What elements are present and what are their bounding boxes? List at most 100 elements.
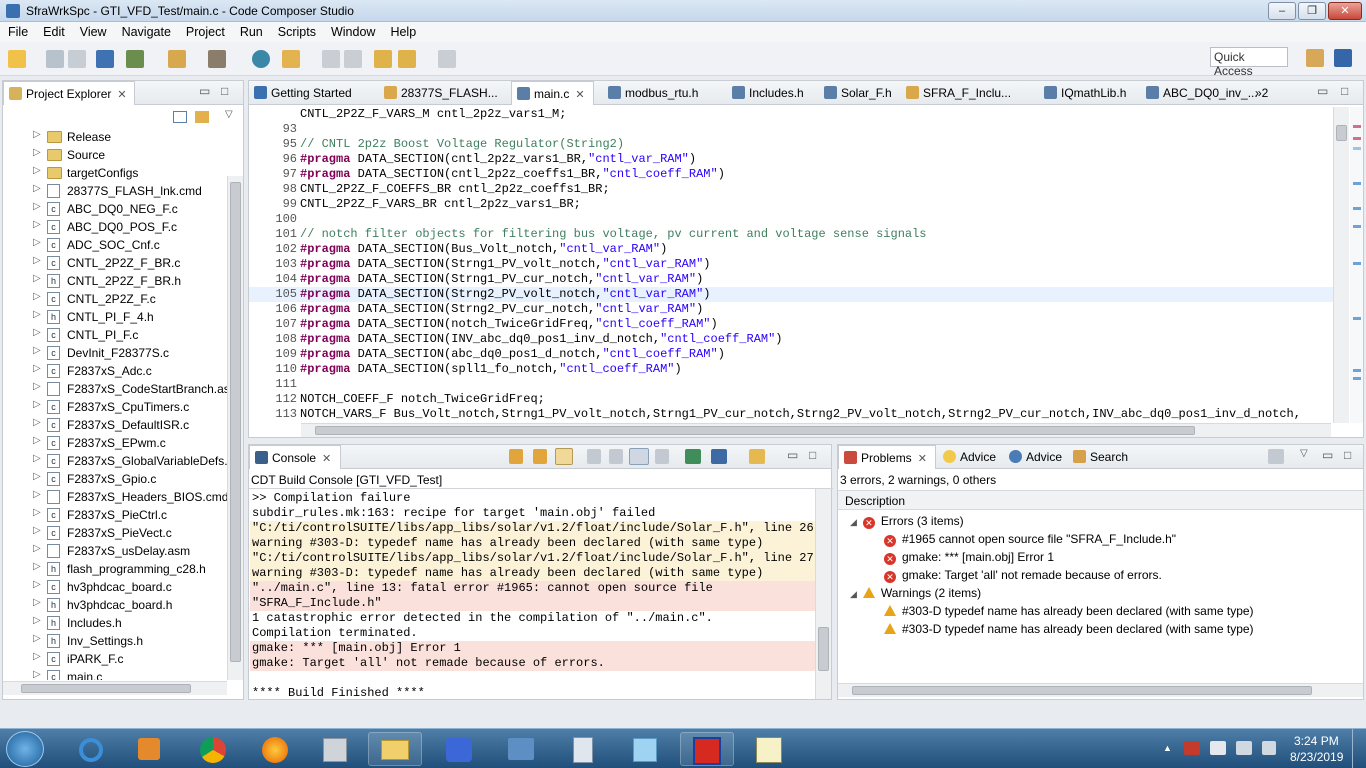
occurrence-marker[interactable] [1353, 369, 1361, 372]
close-icon[interactable]: ✕ [322, 453, 331, 465]
problem-item[interactable]: ✕ gmake: *** [main.obj] Error 1 [884, 550, 1054, 568]
scroll-lock-icon[interactable] [609, 449, 623, 464]
code-line[interactable]: 96 #pragma DATA_SECTION(cntl_2p2z_vars1_B… [249, 152, 1333, 167]
problem-item[interactable]: ✕ #1965 cannot open source file "SFRA_F_I… [884, 532, 1176, 550]
tab-problems[interactable]: Problems ✕ [838, 445, 936, 469]
quick-access-input[interactable]: Quick Access [1210, 47, 1288, 78]
collapse-arrow-icon[interactable]: ◢ [850, 589, 857, 599]
close-icon[interactable]: ✕ [918, 453, 927, 465]
editor-vscroll-thumb[interactable] [1336, 125, 1347, 141]
editor-tab[interactable]: main.c ✕ [511, 81, 594, 105]
menu-project[interactable]: Project [178, 22, 232, 39]
warnings-group[interactable]: ◢ Warnings (2 items) [850, 586, 981, 604]
minimize-icon[interactable]: ▭ [1317, 84, 1328, 98]
expand-arrow-icon[interactable]: ▷ [33, 273, 41, 284]
filter-icon[interactable] [1268, 449, 1284, 464]
expand-arrow-icon[interactable]: ▷ [33, 363, 41, 374]
display-console-icon[interactable] [711, 449, 727, 464]
errors-group[interactable]: ◢ ✕ Errors (3 items) [850, 514, 964, 532]
close-icon[interactable]: ✕ [117, 89, 126, 101]
menu-run[interactable]: Run [232, 22, 270, 39]
clock-date[interactable]: 8/23/2019 [1290, 750, 1343, 764]
tab-overflow-indicator[interactable]: »2 [1255, 86, 1268, 100]
media-player-icon[interactable] [122, 732, 176, 766]
network-icon[interactable] [1236, 741, 1252, 755]
tab-advice-1[interactable]: Advice [938, 445, 1004, 469]
notepad-icon[interactable] [618, 732, 672, 766]
menu-help[interactable]: Help [382, 22, 423, 39]
link-console-icon[interactable] [555, 448, 573, 465]
view-menu-icon[interactable]: ▽ [225, 109, 233, 120]
code-line[interactable]: 102 #pragma DATA_SECTION(Bus_Volt_notch,"… [249, 242, 1333, 257]
code-line[interactable]: 106 #pragma DATA_SECTION(Strng2_PV_cur_no… [249, 302, 1333, 317]
close-button[interactable]: ✕ [1328, 2, 1362, 20]
expand-arrow-icon[interactable]: ▷ [33, 435, 41, 446]
minimize-icon[interactable]: ▭ [1322, 448, 1333, 462]
explorer-hscroll-thumb[interactable] [21, 684, 191, 693]
minimize-button[interactable]: – [1268, 2, 1296, 20]
editor-tab[interactable]: Getting Started [249, 81, 360, 105]
expand-arrow-icon[interactable]: ▷ [33, 669, 41, 680]
expand-arrow-icon[interactable]: ▷ [33, 507, 41, 518]
code-line[interactable]: 108 #pragma DATA_SECTION(INV_abc_dq0_pos1… [249, 332, 1333, 347]
expand-arrow-icon[interactable]: ▷ [33, 237, 41, 248]
flag-icon[interactable] [1184, 741, 1200, 755]
description-column[interactable]: Description [845, 494, 905, 508]
internet-explorer-icon[interactable] [64, 732, 118, 766]
pin-console-icon[interactable] [685, 449, 701, 464]
occurrence-marker[interactable] [1353, 262, 1361, 265]
console-output[interactable]: >> Compilation failure subdir_rules.mk:16… [249, 489, 815, 699]
minimize-icon[interactable]: ▭ [199, 84, 210, 98]
problems-hscrollbar[interactable] [838, 683, 1363, 697]
copy-build-log-icon[interactable] [587, 449, 601, 464]
code-line[interactable]: 103 #pragma DATA_SECTION(Strng1_PV_volt_n… [249, 257, 1333, 272]
editor-tab[interactable]: modbus_rtu.h [603, 81, 706, 105]
open-console-icon[interactable] [749, 449, 765, 464]
occurrence-marker[interactable] [1353, 225, 1361, 228]
error-marker[interactable] [1353, 125, 1361, 128]
occurrence-marker[interactable] [1353, 182, 1361, 185]
menu-file[interactable]: File [0, 22, 35, 39]
editor-tab[interactable]: IQmathLib.h [1039, 81, 1134, 105]
network-app-icon[interactable] [494, 732, 548, 766]
show-desktop-button[interactable] [1352, 729, 1366, 768]
expand-arrow-icon[interactable]: ▷ [33, 309, 41, 320]
clear-console-icon[interactable] [655, 449, 669, 464]
expand-arrow-icon[interactable]: ▷ [33, 345, 41, 356]
mark-icon[interactable] [344, 50, 362, 68]
editor-tab[interactable]: 28377S_FLASH... [379, 81, 506, 105]
editor-tab[interactable]: SFRA_F_Inclu... [901, 81, 1019, 105]
code-line[interactable]: 110 #pragma DATA_SECTION(spll1_fo_notch,"… [249, 362, 1333, 377]
next-error-icon[interactable] [509, 449, 523, 464]
expand-arrow-icon[interactable]: ▷ [33, 651, 41, 662]
problem-item[interactable]: #303-D typedef name has already been dec… [884, 622, 1254, 640]
clock-time[interactable]: 3:24 PM [1294, 734, 1339, 748]
save-all-icon[interactable] [68, 50, 86, 68]
expand-arrow-icon[interactable]: ▷ [33, 147, 41, 158]
ccs-edit-perspective-icon[interactable] [1334, 49, 1352, 67]
maximize-button[interactable]: ❐ [1298, 2, 1326, 20]
menu-edit[interactable]: Edit [35, 22, 72, 39]
close-icon[interactable]: ✕ [575, 89, 584, 101]
occurrence-marker[interactable] [1353, 147, 1361, 150]
code-composer-studio-icon[interactable] [680, 732, 734, 766]
explorer-hscrollbar[interactable] [3, 681, 227, 695]
code-line[interactable]: 93 [249, 122, 1333, 137]
expand-arrow-icon[interactable]: ▷ [33, 183, 41, 194]
minimize-icon[interactable]: ▭ [787, 448, 798, 462]
explorer-vscroll-thumb[interactable] [230, 182, 241, 662]
collapse-all-icon[interactable] [173, 111, 187, 123]
start-button[interactable] [6, 731, 44, 767]
tray-expand-icon[interactable]: ▲ [1163, 743, 1172, 753]
perspective-icon[interactable] [1306, 49, 1324, 67]
wps-icon[interactable] [432, 732, 486, 766]
expand-arrow-icon[interactable]: ▷ [33, 543, 41, 554]
menu-window[interactable]: Window [323, 22, 382, 39]
expand-arrow-icon[interactable]: ▷ [33, 129, 41, 140]
calculator-icon[interactable] [556, 732, 610, 766]
file-explorer-icon[interactable] [368, 732, 422, 766]
code-line[interactable]: 99 CNTL_2P2Z_F_VARS_BR cntl_2p2z_vars1_BR… [249, 197, 1333, 212]
problems-hscroll-thumb[interactable] [852, 686, 1312, 695]
expand-arrow-icon[interactable]: ▷ [33, 381, 41, 392]
expand-arrow-icon[interactable]: ▷ [33, 453, 41, 464]
